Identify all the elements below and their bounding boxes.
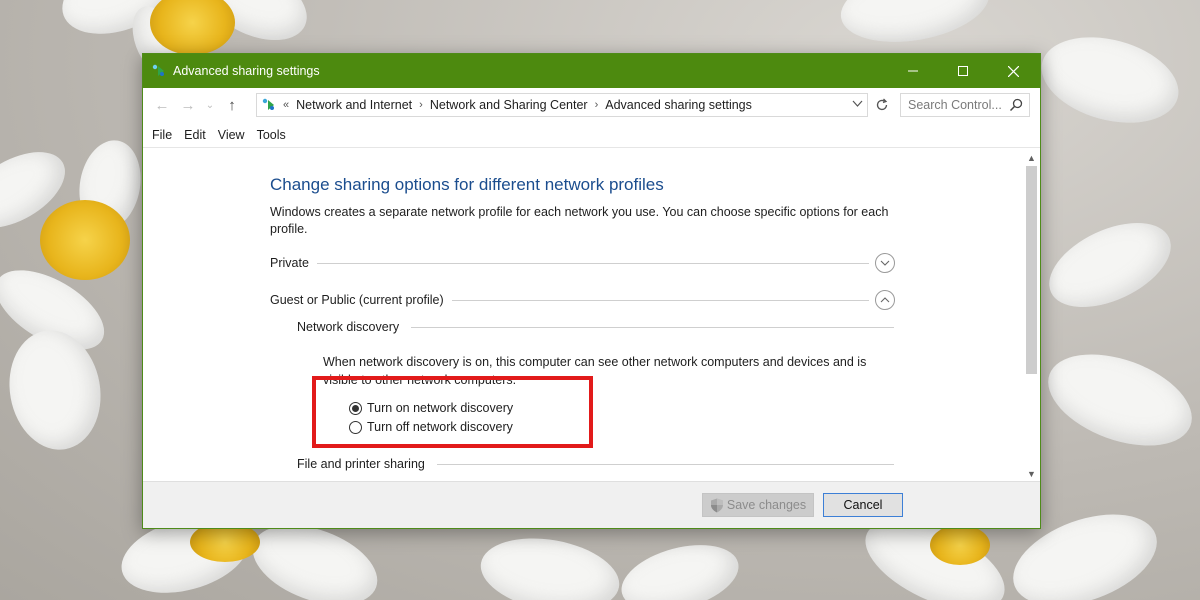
save-changes-label: Save changes bbox=[726, 498, 807, 512]
profile-private-label: Private bbox=[270, 256, 309, 270]
save-changes-button[interactable]: Save changes bbox=[702, 493, 814, 517]
page-description: Windows creates a separate network profi… bbox=[270, 205, 889, 236]
navigation-bar: ← → ⌄ ↑ « Network and Internet › Network… bbox=[143, 88, 1040, 122]
chevron-down-icon: ▼ bbox=[1027, 468, 1036, 479]
close-icon bbox=[1007, 65, 1019, 77]
chevron-down-icon bbox=[880, 260, 890, 266]
search-input[interactable]: Search Control... bbox=[900, 93, 1030, 117]
back-button[interactable]: ← bbox=[149, 93, 175, 117]
network-sharing-icon bbox=[262, 98, 274, 110]
close-button[interactable] bbox=[988, 54, 1038, 88]
menu-edit[interactable]: Edit bbox=[179, 128, 211, 142]
profile-guest-public-row[interactable]: Guest or Public (current profile) bbox=[270, 290, 895, 310]
chevron-down-icon bbox=[852, 100, 863, 107]
address-dropdown-button[interactable] bbox=[852, 98, 863, 112]
divider bbox=[436, 463, 894, 465]
recent-locations-button[interactable]: ⌄ bbox=[201, 93, 219, 117]
menu-view[interactable]: View bbox=[213, 128, 250, 142]
footer-bar: Save changes Cancel bbox=[143, 481, 1040, 528]
annotation-highlight-box bbox=[312, 376, 593, 448]
search-placeholder: Search Control... bbox=[908, 98, 1002, 112]
breadcrumb-network-and-internet[interactable]: Network and Internet bbox=[296, 98, 412, 112]
scroll-up-button[interactable]: ▲ bbox=[1023, 149, 1040, 166]
maximize-icon bbox=[958, 66, 968, 76]
advanced-sharing-settings-window: Advanced sharing settings ← → ⌄ ↑ « Netw… bbox=[142, 53, 1041, 529]
file-printer-sharing-header: File and printer sharing bbox=[297, 455, 894, 473]
chevron-down-icon: ⌄ bbox=[205, 99, 215, 111]
network-discovery-header: Network discovery bbox=[297, 318, 894, 336]
divider bbox=[316, 262, 869, 264]
forward-button[interactable]: → bbox=[175, 93, 201, 117]
network-discovery-label: Network discovery bbox=[297, 320, 400, 334]
profile-private-row[interactable]: Private bbox=[270, 253, 895, 273]
cancel-label: Cancel bbox=[843, 498, 883, 512]
arrow-left-icon: ← bbox=[154, 96, 170, 114]
chevron-up-icon: ▲ bbox=[1027, 152, 1036, 163]
profile-guest-public-label: Guest or Public (current profile) bbox=[270, 293, 444, 307]
window-title: Advanced sharing settings bbox=[173, 64, 320, 78]
divider bbox=[411, 326, 894, 328]
maximize-button[interactable] bbox=[938, 54, 988, 88]
file-printer-sharing-label: File and printer sharing bbox=[297, 457, 425, 471]
page-title: Change sharing options for different net… bbox=[270, 175, 664, 194]
address-bar[interactable]: « Network and Internet › Network and Sha… bbox=[256, 93, 868, 117]
arrow-right-icon: → bbox=[180, 96, 196, 114]
breadcrumb-advanced-sharing-settings[interactable]: Advanced sharing settings bbox=[605, 98, 752, 112]
breadcrumb-overflow[interactable]: « bbox=[283, 99, 289, 111]
expand-private-button[interactable] bbox=[875, 253, 895, 273]
menu-file[interactable]: File bbox=[147, 128, 177, 142]
menu-bar: File Edit View Tools bbox=[143, 122, 1040, 148]
search-icon bbox=[1009, 98, 1023, 112]
vertical-scrollbar[interactable]: ▲ ▼ bbox=[1023, 149, 1040, 482]
refresh-icon bbox=[876, 98, 888, 111]
arrow-up-icon: ↑ bbox=[228, 96, 236, 114]
scrollbar-thumb[interactable] bbox=[1026, 166, 1037, 374]
chevron-right-icon[interactable]: › bbox=[419, 99, 423, 111]
network-sharing-icon bbox=[152, 64, 164, 76]
collapse-guest-public-button[interactable] bbox=[875, 290, 895, 310]
up-button[interactable]: ↑ bbox=[219, 93, 245, 117]
menu-tools[interactable]: Tools bbox=[252, 128, 291, 142]
divider bbox=[451, 299, 869, 301]
scroll-down-button[interactable]: ▼ bbox=[1023, 465, 1040, 482]
uac-shield-icon bbox=[710, 498, 723, 512]
chevron-up-icon bbox=[880, 297, 890, 303]
title-bar[interactable]: Advanced sharing settings bbox=[143, 54, 1040, 88]
chevron-right-icon[interactable]: › bbox=[595, 99, 599, 111]
cancel-button[interactable]: Cancel bbox=[823, 493, 903, 517]
refresh-button[interactable] bbox=[871, 94, 893, 116]
minimize-button[interactable] bbox=[888, 54, 938, 88]
breadcrumb-network-and-sharing-center[interactable]: Network and Sharing Center bbox=[430, 98, 588, 112]
settings-content: Change sharing options for different net… bbox=[143, 149, 1023, 482]
minimize-icon bbox=[908, 70, 918, 72]
